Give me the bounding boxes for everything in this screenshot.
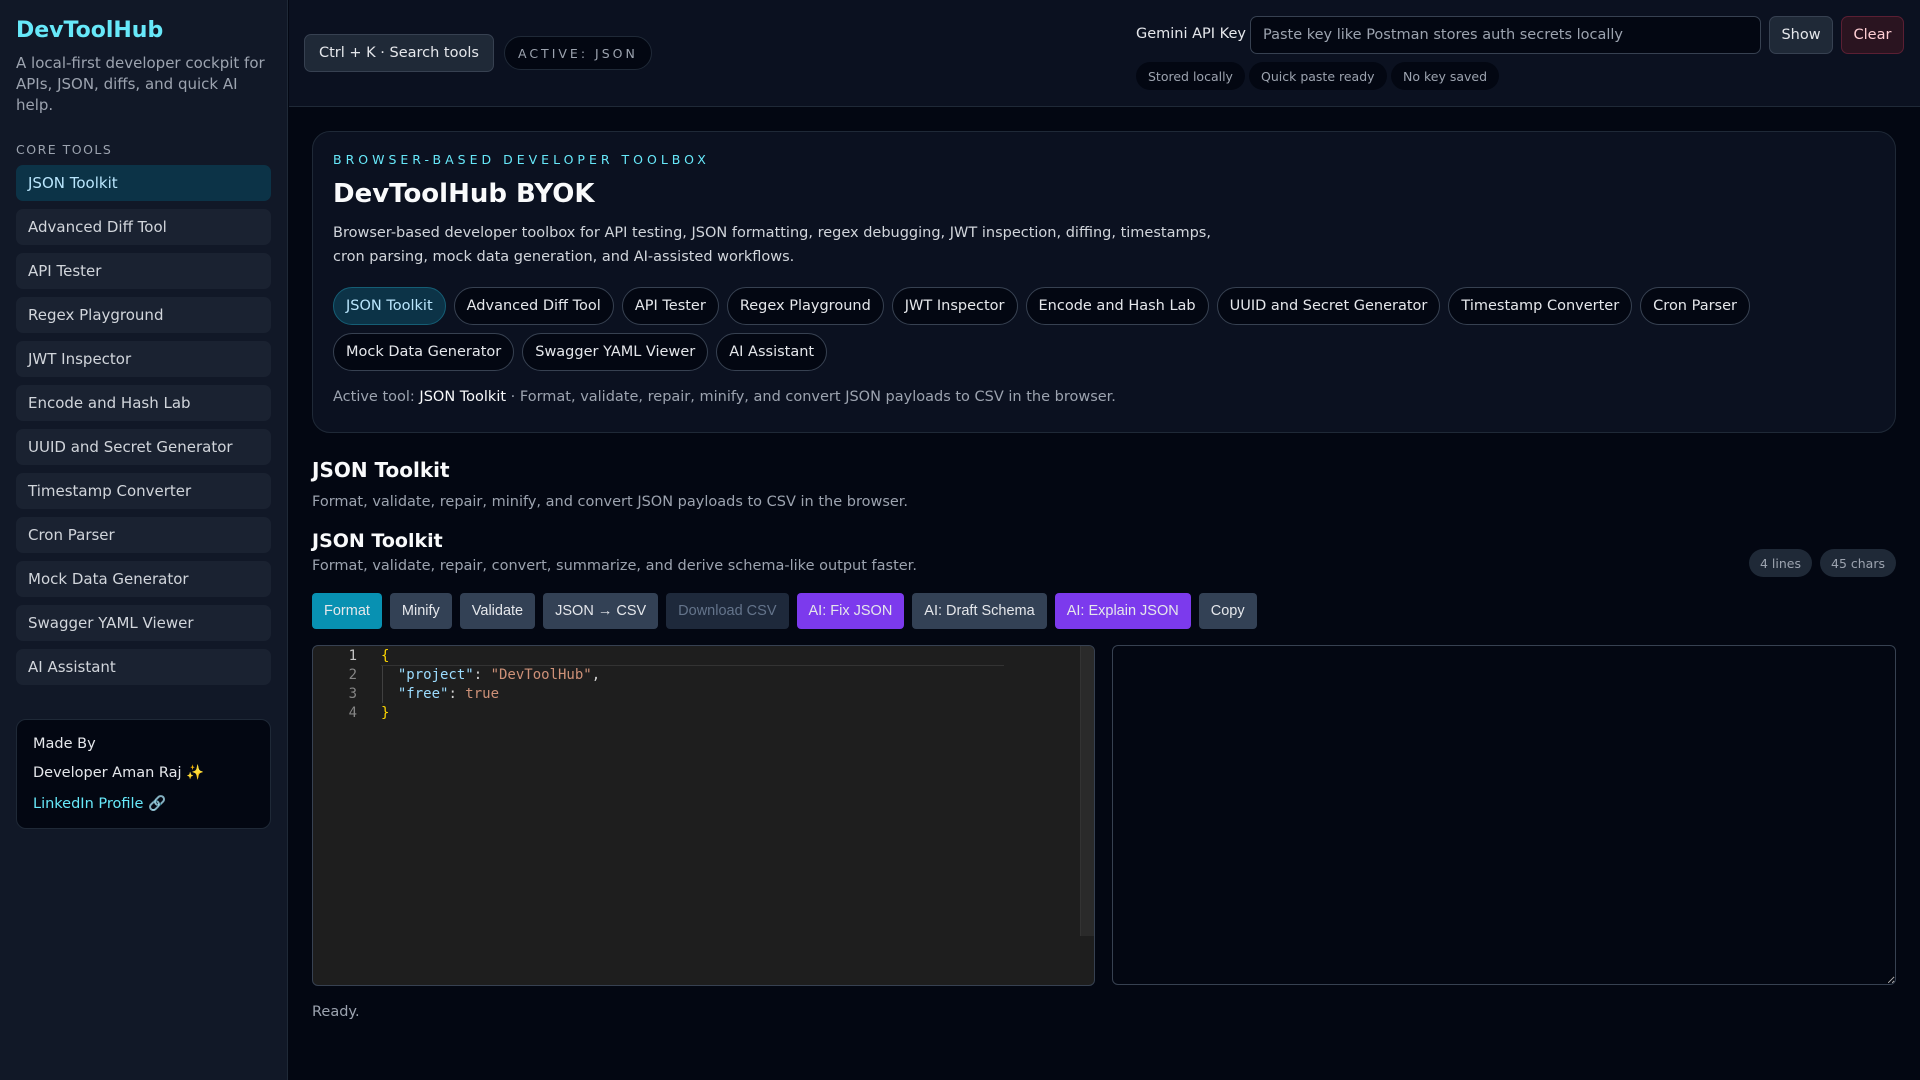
hero-description: Browser-based developer toolbox for API … xyxy=(333,225,1211,265)
sidebar-item-mock-data-generator[interactable]: Mock Data Generator xyxy=(16,561,271,597)
active-tool-line: Active tool: JSON Toolkit · Format, vali… xyxy=(333,389,1875,405)
format-button[interactable]: Format xyxy=(312,593,382,629)
code-line: "free": true xyxy=(381,686,499,702)
hero-card: BROWSER-BASED DEVELOPER TOOLBOX DevToolH… xyxy=(312,131,1896,433)
sidebar-item-jwt-inspector[interactable]: JWT Inspector xyxy=(16,341,271,377)
sidebar-item-uuid-and-secret-generator[interactable]: UUID and Secret Generator xyxy=(16,429,271,465)
search-tools-button[interactable]: Ctrl + K · Search tools xyxy=(304,34,494,72)
panel-subtitle: Format, validate, repair, convert, summa… xyxy=(312,558,917,574)
validate-button[interactable]: Validate xyxy=(459,593,536,629)
code-line: "project": "DevToolHub", xyxy=(381,667,600,683)
active-tool-badge: ACTIVE: JSON xyxy=(504,36,652,70)
tool-pill-mock-data-generator[interactable]: Mock Data Generator xyxy=(333,333,515,371)
brand-tagline: A local-first developer cockpit for APIs… xyxy=(16,54,265,114)
panel-title: JSON Toolkit xyxy=(312,530,443,552)
status-text: Ready. xyxy=(312,1004,360,1020)
tool-pill-jwt-inspector[interactable]: JWT Inspector xyxy=(891,287,1018,325)
tool-pill-encode-and-hash-lab[interactable]: Encode and Hash Lab xyxy=(1025,287,1209,325)
tool-pill-swagger-yaml-viewer[interactable]: Swagger YAML Viewer xyxy=(522,333,709,371)
credit-name: Developer Aman Raj ✨ xyxy=(33,765,205,781)
json-key: "free" xyxy=(397,685,449,702)
tool-pill-json-toolkit[interactable]: JSON Toolkit xyxy=(333,287,446,325)
char-count-badge: 45 chars xyxy=(1820,549,1896,577)
status-chip: Stored locally xyxy=(1136,62,1245,90)
active-tool-prefix: Active tool: xyxy=(333,389,415,405)
tool-pill-ai-assistant[interactable]: AI Assistant xyxy=(716,333,828,371)
sidebar-item-cron-parser[interactable]: Cron Parser xyxy=(16,517,271,553)
json-to-csv-button[interactable]: JSON → CSV xyxy=(543,593,659,629)
tool-pill-uuid-and-secret-generator[interactable]: UUID and Secret Generator xyxy=(1216,287,1441,325)
json-value: true xyxy=(465,685,500,702)
json-key: "project" xyxy=(397,666,474,683)
line-number: 2 xyxy=(348,666,357,683)
action-toolbar: Format Minify Validate JSON → CSV Downlo… xyxy=(312,593,1257,629)
line-number: 3 xyxy=(348,685,357,702)
ai-fix-json-button[interactable]: AI: Fix JSON xyxy=(796,593,905,629)
json-colon: : xyxy=(473,666,491,683)
sidebar-item-timestamp-converter[interactable]: Timestamp Converter xyxy=(16,473,271,509)
top-bar: Ctrl + K · Search tools ACTIVE: JSON Gem… xyxy=(289,0,1920,107)
status-chip: No key saved xyxy=(1391,62,1500,90)
sidebar: DevToolHub A local-first developer cockp… xyxy=(0,0,288,1080)
code-line: { xyxy=(381,647,390,664)
ai-draft-schema-button[interactable]: AI: Draft Schema xyxy=(912,593,1047,629)
sidebar-item-advanced-diff-tool[interactable]: Advanced Diff Tool xyxy=(16,209,271,245)
clear-key-button[interactable]: Clear xyxy=(1841,16,1904,54)
tool-title: JSON Toolkit xyxy=(312,458,450,482)
tool-pill-api-tester[interactable]: API Tester xyxy=(621,287,719,325)
download-csv-button[interactable]: Download CSV xyxy=(666,593,789,629)
api-key-label: Gemini API Key xyxy=(1136,26,1246,42)
sidebar-item-encode-and-hash-lab[interactable]: Encode and Hash Lab xyxy=(16,385,271,421)
line-count-badge: 4 lines xyxy=(1749,549,1812,577)
linkedin-link[interactable]: LinkedIn Profile 🔗 xyxy=(33,795,254,812)
minify-button[interactable]: Minify xyxy=(389,593,452,629)
tool-subtitle: Format, validate, repair, minify, and co… xyxy=(312,494,909,510)
ai-explain-json-button[interactable]: AI: Explain JSON xyxy=(1054,593,1191,629)
tool-pill-advanced-diff-tool[interactable]: Advanced Diff Tool xyxy=(453,287,614,325)
output-textarea[interactable] xyxy=(1112,645,1896,985)
status-chip: Quick paste ready xyxy=(1249,62,1387,90)
current-line-highlight xyxy=(381,646,1004,666)
json-colon: : xyxy=(448,685,466,702)
editor-scrollbar[interactable] xyxy=(1080,646,1094,936)
sidebar-item-regex-playground[interactable]: Regex Playground xyxy=(16,297,271,333)
active-tool-name: JSON Toolkit xyxy=(419,389,507,405)
section-label: CORE TOOLS xyxy=(16,142,113,157)
sidebar-item-json-toolkit[interactable]: JSON Toolkit xyxy=(16,165,271,201)
line-number: 4 xyxy=(348,704,357,721)
copy-button[interactable]: Copy xyxy=(1198,593,1257,629)
json-editor[interactable]: 1 { 2 "project": "DevToolHub", 3 "free": … xyxy=(312,645,1095,986)
brand-title: DevToolHub xyxy=(16,18,164,43)
tool-pill-timestamp-converter[interactable]: Timestamp Converter xyxy=(1448,287,1633,325)
hero-eyebrow: BROWSER-BASED DEVELOPER TOOLBOX xyxy=(333,152,710,167)
json-comma: , xyxy=(591,666,601,683)
tool-pill-regex-playground[interactable]: Regex Playground xyxy=(726,287,884,325)
json-value: "DevToolHub" xyxy=(490,666,592,683)
sidebar-item-swagger-yaml-viewer[interactable]: Swagger YAML Viewer xyxy=(16,605,271,641)
hero-title: DevToolHub BYOK xyxy=(333,179,595,209)
line-number: 1 xyxy=(348,647,357,664)
tool-pill-cron-parser[interactable]: Cron Parser xyxy=(1640,287,1750,325)
api-key-input[interactable] xyxy=(1250,16,1761,54)
tool-pills: JSON Toolkit Advanced Diff Tool API Tester… xyxy=(333,287,1873,371)
sidebar-item-ai-assistant[interactable]: AI Assistant xyxy=(16,649,271,685)
active-tool-desc: · Format, validate, repair, minify, and … xyxy=(506,389,1116,405)
sidebar-item-api-tester[interactable]: API Tester xyxy=(16,253,271,289)
credit-card: Made By Developer Aman Raj ✨ LinkedIn Pr… xyxy=(16,719,271,829)
credit-title: Made By xyxy=(33,736,96,752)
indent-guide xyxy=(382,666,383,703)
code-line: } xyxy=(381,704,390,721)
show-key-button[interactable]: Show xyxy=(1769,16,1833,54)
